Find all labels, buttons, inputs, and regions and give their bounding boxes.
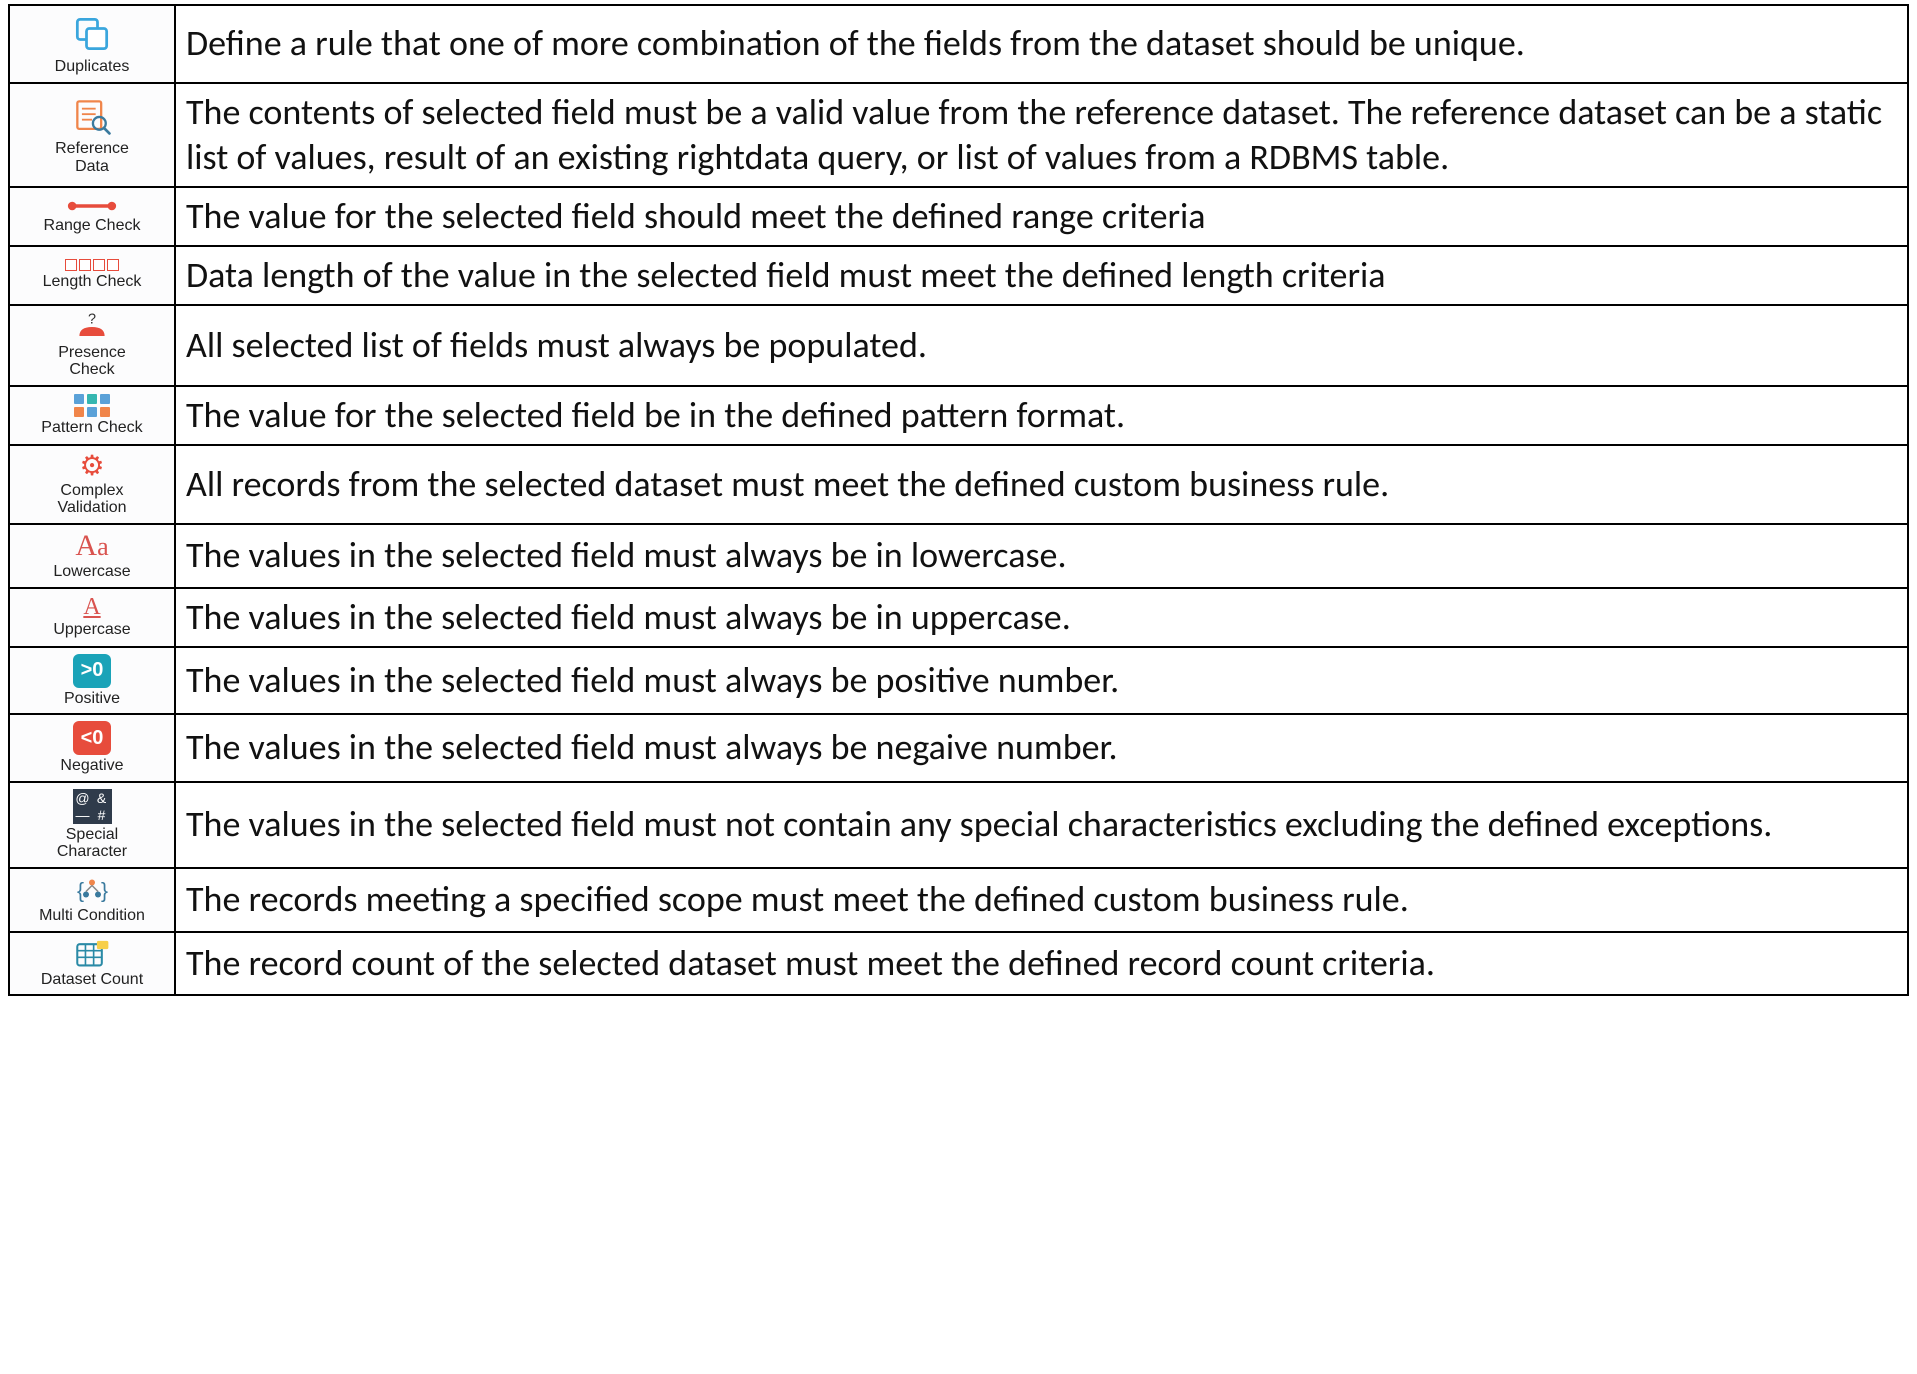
- table-row: <0 Negative The values in the selected f…: [9, 714, 1908, 782]
- icon-cell-special-character: @ & — # Special Character: [9, 782, 175, 868]
- rule-description: All records from the selected dataset mu…: [175, 445, 1908, 524]
- duplicates-icon: [70, 12, 114, 56]
- svg-text:}: }: [101, 879, 108, 902]
- icon-label: Special Character: [57, 826, 127, 861]
- length-check-icon: [65, 259, 119, 271]
- svg-text:{: {: [77, 879, 84, 902]
- icon-cell-duplicates: Duplicates: [9, 5, 175, 83]
- table-row: ⚙ Complex Validation All records from th…: [9, 445, 1908, 524]
- rule-description: Data length of the value in the selected…: [175, 246, 1908, 305]
- complex-validation-icon: ⚙: [79, 452, 104, 480]
- icon-label: Pattern Check: [41, 419, 142, 437]
- table-row: @ & — # Special Character The values in …: [9, 782, 1908, 868]
- rule-description: The record count of the selected dataset…: [175, 932, 1908, 996]
- rule-description: The values in the selected field must al…: [175, 588, 1908, 647]
- range-check-icon: [67, 197, 117, 215]
- icon-label: Duplicates: [55, 58, 130, 76]
- rule-description: The values in the selected field must al…: [175, 714, 1908, 782]
- rule-description: The values in the selected field must al…: [175, 524, 1908, 588]
- presence-check-icon: ?: [74, 312, 110, 342]
- table-row: ? Presence Check All selected list of fi…: [9, 305, 1908, 386]
- icon-cell-negative: <0 Negative: [9, 714, 175, 782]
- icon-label: Positive: [64, 690, 120, 708]
- lowercase-icon: Aa: [75, 531, 108, 561]
- icon-cell-multi-condition: { } Multi Condition: [9, 868, 175, 932]
- rule-description: The records meeting a specified scope mu…: [175, 868, 1908, 932]
- icon-label: Reference Data: [55, 140, 129, 175]
- uppercase-icon: A: [83, 595, 100, 619]
- icon-label: Length Check: [43, 273, 142, 291]
- icon-cell-lowercase: Aa Lowercase: [9, 524, 175, 588]
- rule-description: All selected list of fields must always …: [175, 305, 1908, 386]
- rule-description: The values in the selected field must no…: [175, 782, 1908, 868]
- icon-cell-dataset-count: Dataset Count: [9, 932, 175, 996]
- table-row: Pattern Check The value for the selected…: [9, 386, 1908, 445]
- svg-text:?: ?: [88, 312, 96, 327]
- positive-icon: >0: [73, 654, 111, 688]
- table-row: Length Check Data length of the value in…: [9, 246, 1908, 305]
- icon-label: Complex Validation: [57, 482, 126, 517]
- icon-label: Multi Condition: [39, 907, 145, 925]
- icon-label: Negative: [60, 757, 123, 775]
- icon-cell-reference-data: Reference Data: [9, 83, 175, 187]
- table-row: { } Multi Condition The records meeting …: [9, 868, 1908, 932]
- icon-cell-positive: >0 Positive: [9, 647, 175, 715]
- table-row: Range Check The value for the selected f…: [9, 187, 1908, 246]
- rule-description: The value for the selected field should …: [175, 187, 1908, 246]
- icon-cell-complex-validation: ⚙ Complex Validation: [9, 445, 175, 524]
- rule-description: The value for the selected field be in t…: [175, 386, 1908, 445]
- table-row: >0 Positive The values in the selected f…: [9, 647, 1908, 715]
- pattern-check-icon: [74, 394, 110, 417]
- reference-data-icon: [70, 94, 114, 138]
- rules-table-page: Duplicates Define a rule that one of mor…: [0, 0, 1917, 1000]
- icon-label: Dataset Count: [41, 971, 143, 989]
- special-character-icon: @ & — #: [73, 789, 112, 824]
- icon-label: Uppercase: [53, 621, 130, 639]
- table-row: Aa Lowercase The values in the selected …: [9, 524, 1908, 588]
- icon-label: Lowercase: [53, 563, 130, 581]
- rule-description: The contents of selected field must be a…: [175, 83, 1908, 187]
- rule-description: Define a rule that one of more combinati…: [175, 5, 1908, 83]
- icon-cell-uppercase: A Uppercase: [9, 588, 175, 647]
- negative-icon: <0: [73, 721, 111, 755]
- icon-cell-presence-check: ? Presence Check: [9, 305, 175, 386]
- icon-label: Presence Check: [58, 344, 126, 379]
- icon-label: Range Check: [44, 217, 141, 235]
- dataset-count-icon: [74, 939, 110, 969]
- table-row: Reference Data The contents of selected …: [9, 83, 1908, 187]
- table-row: Duplicates Define a rule that one of mor…: [9, 5, 1908, 83]
- icon-cell-pattern-check: Pattern Check: [9, 386, 175, 445]
- icon-cell-length-check: Length Check: [9, 246, 175, 305]
- multi-condition-icon: { }: [74, 875, 110, 905]
- table-row: A Uppercase The values in the selected f…: [9, 588, 1908, 647]
- rule-description: The values in the selected field must al…: [175, 647, 1908, 715]
- icon-cell-range-check: Range Check: [9, 187, 175, 246]
- table-row: Dataset Count The record count of the se…: [9, 932, 1908, 996]
- rules-table: Duplicates Define a rule that one of mor…: [8, 4, 1909, 996]
